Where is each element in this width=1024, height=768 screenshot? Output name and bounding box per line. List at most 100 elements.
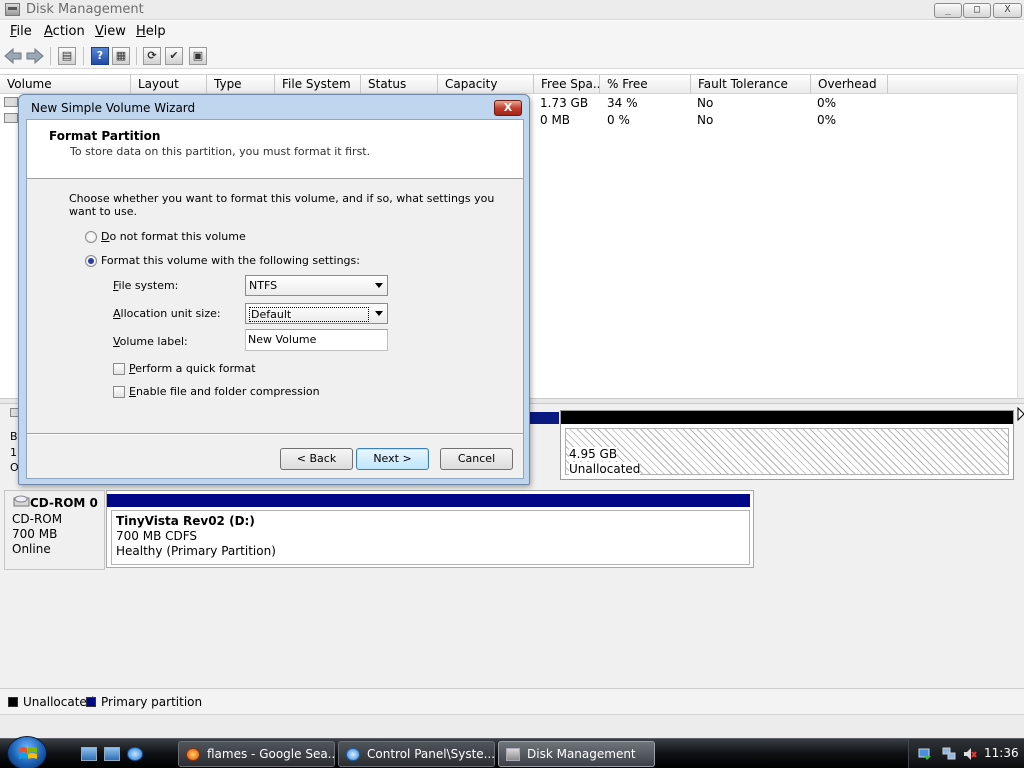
volume-icon [4, 97, 18, 107]
show-desktop-icon[interactable] [81, 747, 97, 761]
cdrom0-partition-body: TinyVista Rev02 (D:) 700 MB CDFS Healthy… [111, 510, 750, 565]
wizard-close-button[interactable]: X [494, 100, 522, 116]
task-control-panel-label: Control Panel\Syste... [367, 747, 495, 761]
row1-free-space: 1.73 GB [540, 96, 589, 110]
volume-list-scrollbar[interactable] [1017, 74, 1024, 398]
console-tree-icon[interactable]: ▤ [58, 47, 76, 65]
help-icon[interactable]: ? [91, 47, 109, 65]
volume-icon [4, 113, 18, 123]
close-button[interactable]: X [993, 3, 1022, 18]
row2-fault-tolerance: No [697, 113, 714, 127]
column-fault-tolerance[interactable]: Fault Tolerance [691, 75, 811, 94]
cdrom0-label[interactable]: CD-ROM 0 CD-ROM 700 MB Online [4, 490, 105, 570]
row2-percent-free: 0 % [607, 113, 630, 127]
internet-explorer-icon[interactable] [127, 747, 143, 761]
maximize-button[interactable]: □ [963, 3, 991, 18]
menu-help[interactable]: Help [136, 24, 166, 39]
compression-checkbox[interactable] [113, 386, 125, 398]
volume-label-input[interactable]: New Volume [245, 329, 388, 351]
column-file-system[interactable]: File System [275, 75, 361, 94]
column-volume[interactable]: Volume [0, 75, 131, 94]
next-button[interactable]: Next > [356, 448, 429, 470]
wizard-client-area: Format Partition To store data on this p… [26, 119, 524, 479]
disk-management-icon [5, 3, 20, 16]
refresh-icon[interactable]: ⟳ [143, 47, 161, 65]
file-system-value: NTFS [249, 279, 278, 292]
legend-unallocated: Unallocated [23, 695, 95, 709]
format-volume-label[interactable]: Format this volume with the following se… [101, 254, 360, 267]
windows-logo-icon [19, 747, 37, 759]
cdrom0-title: CD-ROM 0 [30, 496, 98, 510]
security-shield-icon[interactable] [918, 747, 932, 761]
column-capacity[interactable]: Capacity [438, 75, 534, 94]
column-type[interactable]: Type [207, 75, 275, 94]
resize-cursor-icon [1017, 407, 1024, 421]
task-firefox[interactable]: flames - Google Sea... [178, 741, 335, 767]
row1-overhead: 0% [817, 96, 837, 110]
toolbar-separator [50, 47, 51, 65]
cdrom0-status: Online [12, 542, 51, 556]
back-arrow-icon[interactable] [4, 47, 22, 65]
properties-icon[interactable]: ▦ [112, 47, 130, 65]
status-bar [0, 714, 1024, 738]
chevron-down-icon [375, 311, 383, 316]
quick-format-label[interactable]: Perform a quick format [129, 362, 256, 375]
system-tray: 11:36 [908, 739, 1024, 768]
cdrom0-type: CD-ROM [12, 512, 63, 526]
disk0-primary-partition-bar[interactable] [530, 412, 559, 424]
primary-partition-bar [107, 494, 750, 507]
wizard-intro-text: Choose whether you want to format this v… [69, 192, 495, 218]
console-icon[interactable]: ▣ [189, 47, 207, 65]
new-simple-volume-wizard: New Simple Volume Wizard X Format Partit… [18, 94, 530, 485]
allocation-unit-value: Default [249, 307, 369, 322]
start-button[interactable] [7, 736, 47, 768]
forward-arrow-icon[interactable] [26, 47, 44, 65]
column-layout[interactable]: Layout [131, 75, 207, 94]
cancel-button[interactable]: Cancel [440, 448, 513, 470]
volume-muted-icon[interactable] [963, 747, 977, 761]
minimize-button[interactable]: _ [934, 3, 962, 18]
column-status[interactable]: Status [361, 75, 438, 94]
menu-file[interactable]: File [10, 24, 32, 39]
disk0-unallocated-partition[interactable]: 4.95 GB Unallocated [560, 410, 1014, 480]
row1-percent-free: 34 % [607, 96, 638, 110]
allocation-unit-label: Allocation unit size: [113, 307, 221, 320]
format-volume-radio[interactable] [85, 255, 97, 267]
column-overhead[interactable]: Overhead [811, 75, 888, 94]
do-not-format-radio[interactable] [85, 231, 97, 243]
column-free-space[interactable]: Free Spa... [534, 75, 600, 94]
cdrom-icon [13, 495, 30, 507]
unallocated-size: 4.95 GB [569, 447, 618, 461]
task-firefox-label: flames - Google Sea... [207, 747, 335, 761]
menu-view[interactable]: View [95, 24, 126, 39]
menu-action[interactable]: Action [44, 24, 85, 39]
clock: 11:36 [984, 746, 1019, 760]
allocation-unit-select[interactable]: Default [245, 303, 388, 324]
cdrom0-partition[interactable]: TinyVista Rev02 (D:) 700 MB CDFS Healthy… [106, 490, 754, 568]
compression-label[interactable]: Enable file and folder compression [129, 385, 320, 398]
quick-format-checkbox[interactable] [113, 363, 125, 375]
disk0-label-line1: B [10, 430, 18, 443]
cdrom0-size: 700 MB [12, 527, 58, 541]
partition-info: 700 MB CDFS [116, 529, 198, 543]
back-button[interactable]: < Back [280, 448, 353, 470]
toolbar-separator [83, 47, 84, 65]
wizard-page-subtitle: To store data on this partition, you mus… [70, 145, 371, 158]
task-control-panel[interactable]: Control Panel\Syste... [338, 741, 495, 767]
window-titlebar: Disk Management _ □ X [0, 0, 1024, 20]
column-filler [888, 75, 1017, 94]
switch-windows-icon[interactable] [104, 747, 120, 761]
row1-fault-tolerance: No [697, 96, 714, 110]
firefox-icon [186, 748, 200, 761]
file-system-label: File system: [113, 279, 179, 292]
file-system-select[interactable]: NTFS [245, 275, 388, 296]
network-icon[interactable] [942, 747, 956, 761]
legend: Unallocated Primary partition [0, 688, 1024, 714]
settings-icon[interactable]: ✔ [165, 47, 183, 65]
column-percent-free[interactable]: % Free [600, 75, 691, 94]
partition-name: TinyVista Rev02 (D:) [116, 514, 255, 528]
task-disk-management[interactable]: Disk Management [498, 741, 655, 767]
toolbar: ▤ ? ▦ ⟳ ✔ ▣ [0, 43, 1024, 69]
legend-swatch-primary [86, 697, 96, 707]
do-not-format-label[interactable]: Do not format this volume [101, 230, 246, 243]
